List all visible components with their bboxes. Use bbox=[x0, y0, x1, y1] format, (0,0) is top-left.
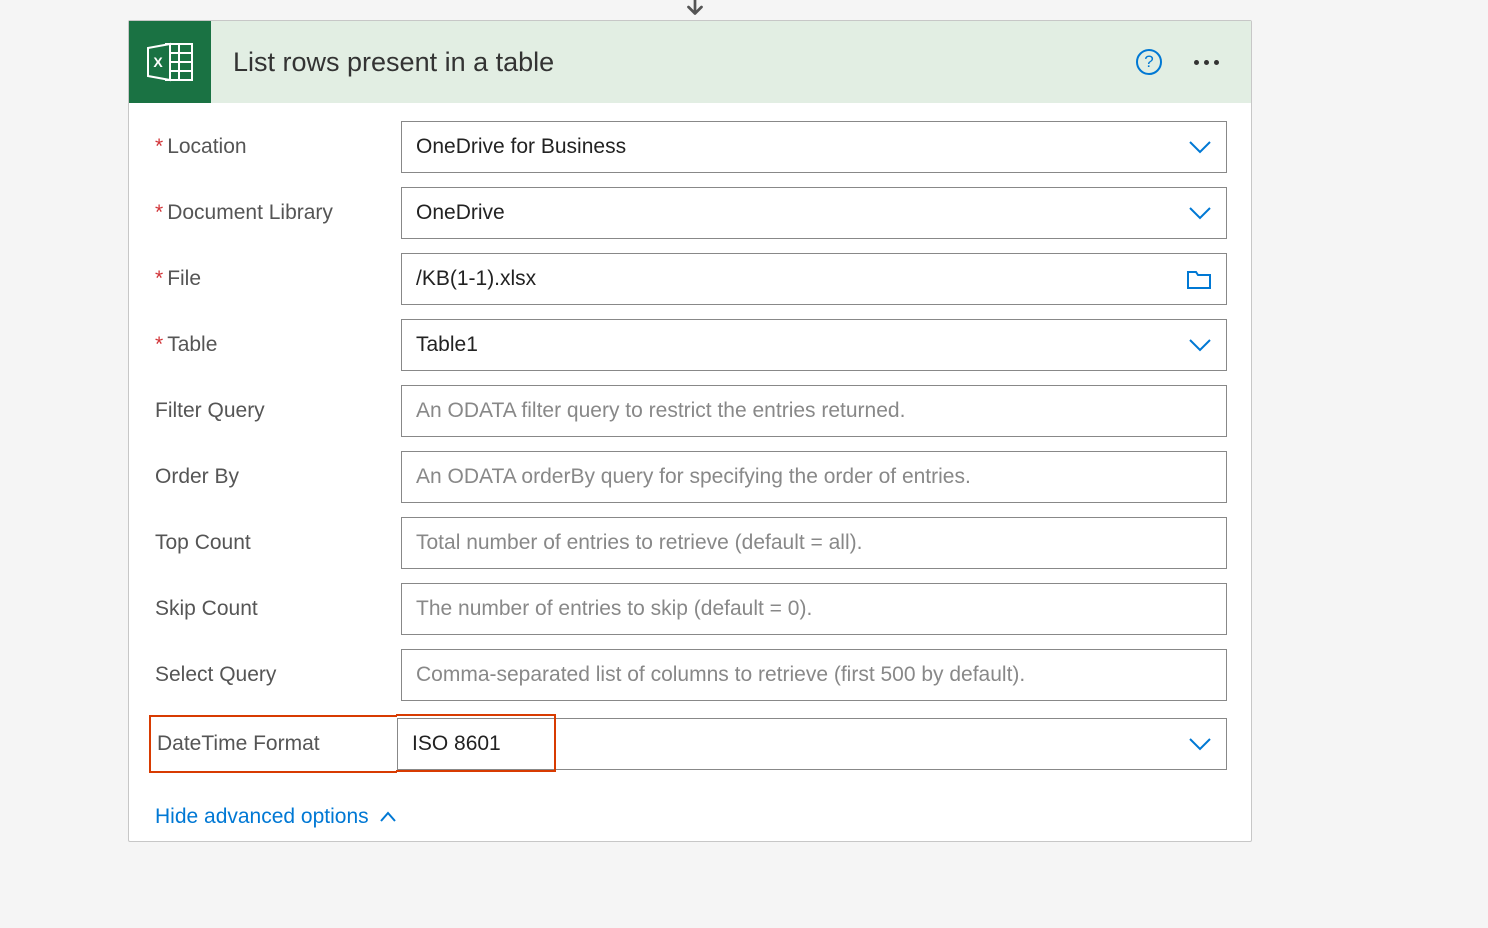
action-card: X List rows present in a table ? *Locati… bbox=[128, 20, 1252, 842]
chevron-down-icon bbox=[1188, 736, 1212, 752]
select-query-label: Select Query bbox=[153, 663, 401, 687]
folder-picker-icon[interactable] bbox=[1186, 268, 1212, 290]
top-count-label: Top Count bbox=[153, 531, 401, 555]
filter-query-label: Filter Query bbox=[153, 399, 401, 423]
select-query-input[interactable] bbox=[401, 649, 1227, 701]
top-count-input[interactable] bbox=[401, 517, 1227, 569]
document-library-select[interactable]: OneDrive bbox=[401, 187, 1227, 239]
location-label: *Location bbox=[153, 135, 401, 159]
help-icon[interactable]: ? bbox=[1136, 49, 1162, 75]
svg-text:X: X bbox=[153, 54, 163, 70]
card-header: X List rows present in a table ? bbox=[129, 21, 1251, 103]
filter-query-input[interactable] bbox=[401, 385, 1227, 437]
chevron-up-icon bbox=[379, 811, 397, 823]
chevron-down-icon bbox=[1188, 205, 1212, 221]
table-select[interactable]: Table1 bbox=[401, 319, 1227, 371]
location-select[interactable]: OneDrive for Business bbox=[401, 121, 1227, 173]
card-title: List rows present in a table bbox=[211, 47, 1136, 78]
skip-count-label: Skip Count bbox=[153, 597, 401, 621]
card-body: *Location OneDrive for Business *Documen… bbox=[129, 103, 1251, 841]
chevron-down-icon bbox=[1188, 337, 1212, 353]
table-label: *Table bbox=[153, 333, 401, 357]
order-by-input[interactable] bbox=[401, 451, 1227, 503]
datetime-format-select[interactable]: ISO 8601 bbox=[397, 718, 1227, 770]
more-menu-icon[interactable] bbox=[1190, 56, 1223, 69]
skip-count-input[interactable] bbox=[401, 583, 1227, 635]
chevron-down-icon bbox=[1188, 139, 1212, 155]
hide-advanced-options-toggle[interactable]: Hide advanced options bbox=[153, 787, 397, 829]
flow-arrow-down-icon bbox=[680, 0, 710, 22]
document-library-label: *Document Library bbox=[153, 201, 401, 225]
excel-icon: X bbox=[129, 21, 211, 103]
file-label: *File bbox=[153, 267, 401, 291]
file-input[interactable]: /KB(1-1).xlsx bbox=[401, 253, 1227, 305]
order-by-label: Order By bbox=[153, 465, 401, 489]
datetime-format-label: DateTime Format bbox=[149, 715, 397, 773]
